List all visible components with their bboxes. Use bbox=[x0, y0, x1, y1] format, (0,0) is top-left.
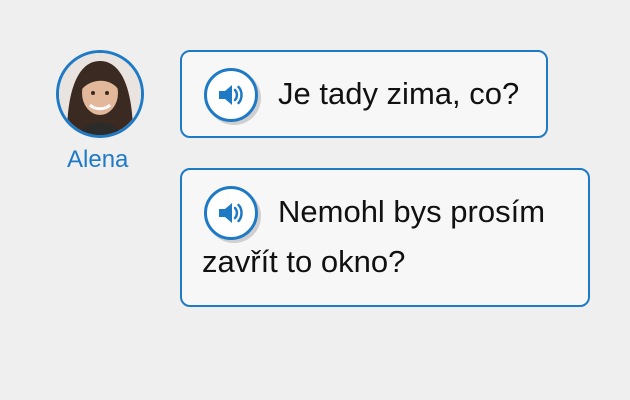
message-bubble: Je tady zima, co? bbox=[180, 50, 548, 138]
speaker-icon bbox=[219, 85, 243, 105]
avatar bbox=[56, 50, 144, 138]
message-text: Nemohl bys prosím zavřít to okno? bbox=[202, 187, 587, 287]
avatar-photo bbox=[59, 53, 141, 135]
play-audio-button[interactable] bbox=[204, 68, 258, 122]
message-text: Je tady zima, co? bbox=[278, 76, 520, 111]
message-bubble: Nemohl bys prosím zavřít to okno? bbox=[180, 168, 590, 307]
message-text-content: Nemohl bys prosím zavřít to okno? bbox=[202, 194, 546, 279]
speaker-name: Alena bbox=[67, 146, 129, 173]
